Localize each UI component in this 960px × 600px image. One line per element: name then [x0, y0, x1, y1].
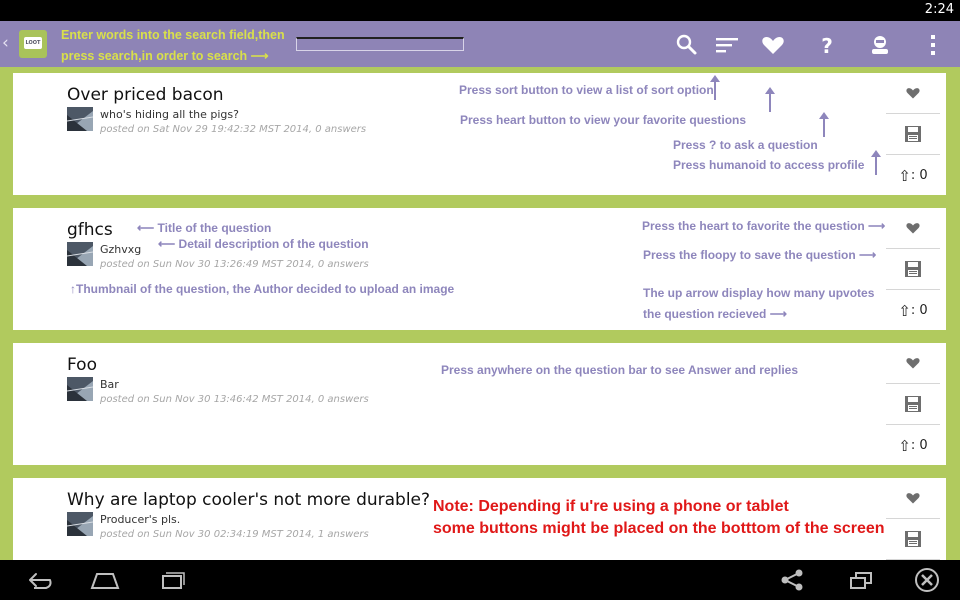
- question-actions: ⇧: 0: [886, 73, 940, 195]
- profile-icon[interactable]: [867, 32, 893, 58]
- annotation-detail: ⟵ Detail description of the question: [158, 237, 369, 251]
- search-hint-line1: Enter words into the search field,then: [61, 28, 285, 42]
- share-icon[interactable]: [775, 566, 809, 594]
- question-title: gfhcs: [67, 220, 113, 240]
- question-thumbnail: [67, 242, 93, 266]
- favorite-button[interactable]: [886, 208, 940, 249]
- annotation-ask: Press ? to ask a question: [673, 138, 818, 152]
- question-description: Bar: [100, 378, 119, 391]
- annotation-heart: Press heart button to view your favorite…: [460, 113, 747, 127]
- up-arrow-ask: [819, 112, 829, 137]
- search-hint-line2: press search,in order to search ⟶: [61, 49, 269, 63]
- annotation-upvotes-1: The up arrow display how many upvotes: [643, 286, 875, 300]
- question-actions: ⇧: 0: [886, 343, 940, 465]
- question-list: Over priced bacon who's hiding all the p…: [0, 67, 960, 560]
- system-nav-bar: [0, 560, 960, 600]
- question-title: Why are laptop cooler's not more durable…: [67, 490, 431, 510]
- status-clock: 2:24: [924, 2, 954, 17]
- annotation-anywhere: Press anywhere on the question bar to se…: [441, 363, 798, 377]
- floppy-icon: [905, 261, 921, 277]
- heart-icon: [906, 88, 920, 99]
- logo-text: LOOT: [24, 37, 42, 49]
- annotation-save: Press the floopy to save the question ⟶: [643, 248, 877, 262]
- up-arrow-profile: [871, 150, 881, 175]
- heart-icon: [906, 223, 920, 234]
- annotation-favorite: Press the heart to favorite the question…: [642, 219, 886, 233]
- window-icon[interactable]: [843, 566, 877, 594]
- question-title: Over priced bacon: [67, 85, 224, 105]
- question-meta: posted on Sun Nov 30 13:26:49 MST 2014, …: [100, 259, 369, 270]
- save-button[interactable]: [886, 114, 940, 155]
- upvote-count[interactable]: ⇧: 0: [886, 425, 940, 466]
- search-hint: Enter words into the search field,then p…: [61, 25, 291, 67]
- question-description: Gzhvxg: [100, 243, 142, 256]
- recent-apps-icon[interactable]: [155, 566, 189, 594]
- save-button[interactable]: [886, 249, 940, 290]
- question-thumbnail: [67, 377, 93, 401]
- back-icon[interactable]: [22, 566, 56, 594]
- upvote-value: : 0: [910, 303, 928, 318]
- annotation-sort: Press sort button to view a list of sort…: [459, 83, 714, 97]
- back-chevron-icon[interactable]: ‹: [2, 33, 9, 53]
- up-arrow-icon: ⇧: [898, 436, 911, 455]
- up-arrow-icon: ⇧: [898, 166, 911, 185]
- note-line2: some buttons might be placed on the bott…: [433, 520, 885, 537]
- annotation-upvotes-2: the question recieved ⟶: [643, 307, 787, 321]
- question-meta: posted on Sat Nov 29 19:42:32 MST 2014, …: [100, 124, 367, 135]
- annotation-title: ⟵ Title of the question: [137, 221, 272, 235]
- heart-icon: [906, 358, 920, 369]
- question-description: Producer's pls.: [100, 513, 181, 526]
- help-icon[interactable]: ?: [814, 32, 840, 58]
- save-button[interactable]: [886, 519, 940, 560]
- question-meta: posted on Sun Nov 30 02:34:19 MST 2014, …: [100, 529, 369, 540]
- search-icon[interactable]: [674, 32, 700, 58]
- floppy-icon: [905, 531, 921, 547]
- question-card[interactable]: Foo Bar posted on Sun Nov 30 13:46:42 MS…: [13, 343, 946, 465]
- svg-text:?: ?: [821, 34, 833, 58]
- upvote-count[interactable]: ⇧: 0: [886, 155, 940, 196]
- question-actions: ⇧: 0: [886, 478, 940, 560]
- question-actions: ⇧: 0: [886, 208, 940, 330]
- floppy-icon: [905, 126, 921, 142]
- note-line1: Note: Depending if u're using a phone or…: [433, 498, 789, 515]
- question-description: who's hiding all the pigs?: [100, 108, 239, 121]
- question-thumbnail: [67, 512, 93, 536]
- search-input[interactable]: [296, 37, 464, 51]
- sort-icon[interactable]: [714, 32, 740, 58]
- question-thumbnail: [67, 107, 93, 131]
- action-bar: ‹ LOOT Enter words into the search field…: [0, 21, 960, 67]
- up-arrow-sort: [710, 75, 720, 100]
- home-icon[interactable]: [88, 566, 122, 594]
- favorite-button[interactable]: [886, 73, 940, 114]
- save-button[interactable]: [886, 384, 940, 425]
- favorite-button[interactable]: [886, 478, 940, 519]
- floppy-icon: [905, 396, 921, 412]
- upvote-count[interactable]: ⇧: 0: [886, 290, 940, 331]
- close-icon[interactable]: [910, 566, 944, 594]
- annotation-thumbnail: ↑Thumbnail of the question, the Author d…: [70, 282, 455, 296]
- annotation-profile: Press humanoid to access profile: [673, 158, 865, 172]
- overflow-menu-icon[interactable]: [920, 32, 946, 58]
- question-title: Foo: [67, 355, 97, 375]
- favorite-button[interactable]: [886, 343, 940, 384]
- app-logo[interactable]: LOOT: [19, 30, 47, 58]
- heart-icon: [906, 493, 920, 504]
- up-arrow-icon: ⇧: [898, 301, 911, 320]
- question-meta: posted on Sun Nov 30 13:46:42 MST 2014, …: [100, 394, 369, 405]
- upvote-value: : 0: [910, 168, 928, 183]
- heart-icon[interactable]: [760, 32, 786, 58]
- status-bar: 2:24: [0, 0, 960, 21]
- up-arrow-heart: [765, 87, 775, 112]
- upvote-value: : 0: [910, 438, 928, 453]
